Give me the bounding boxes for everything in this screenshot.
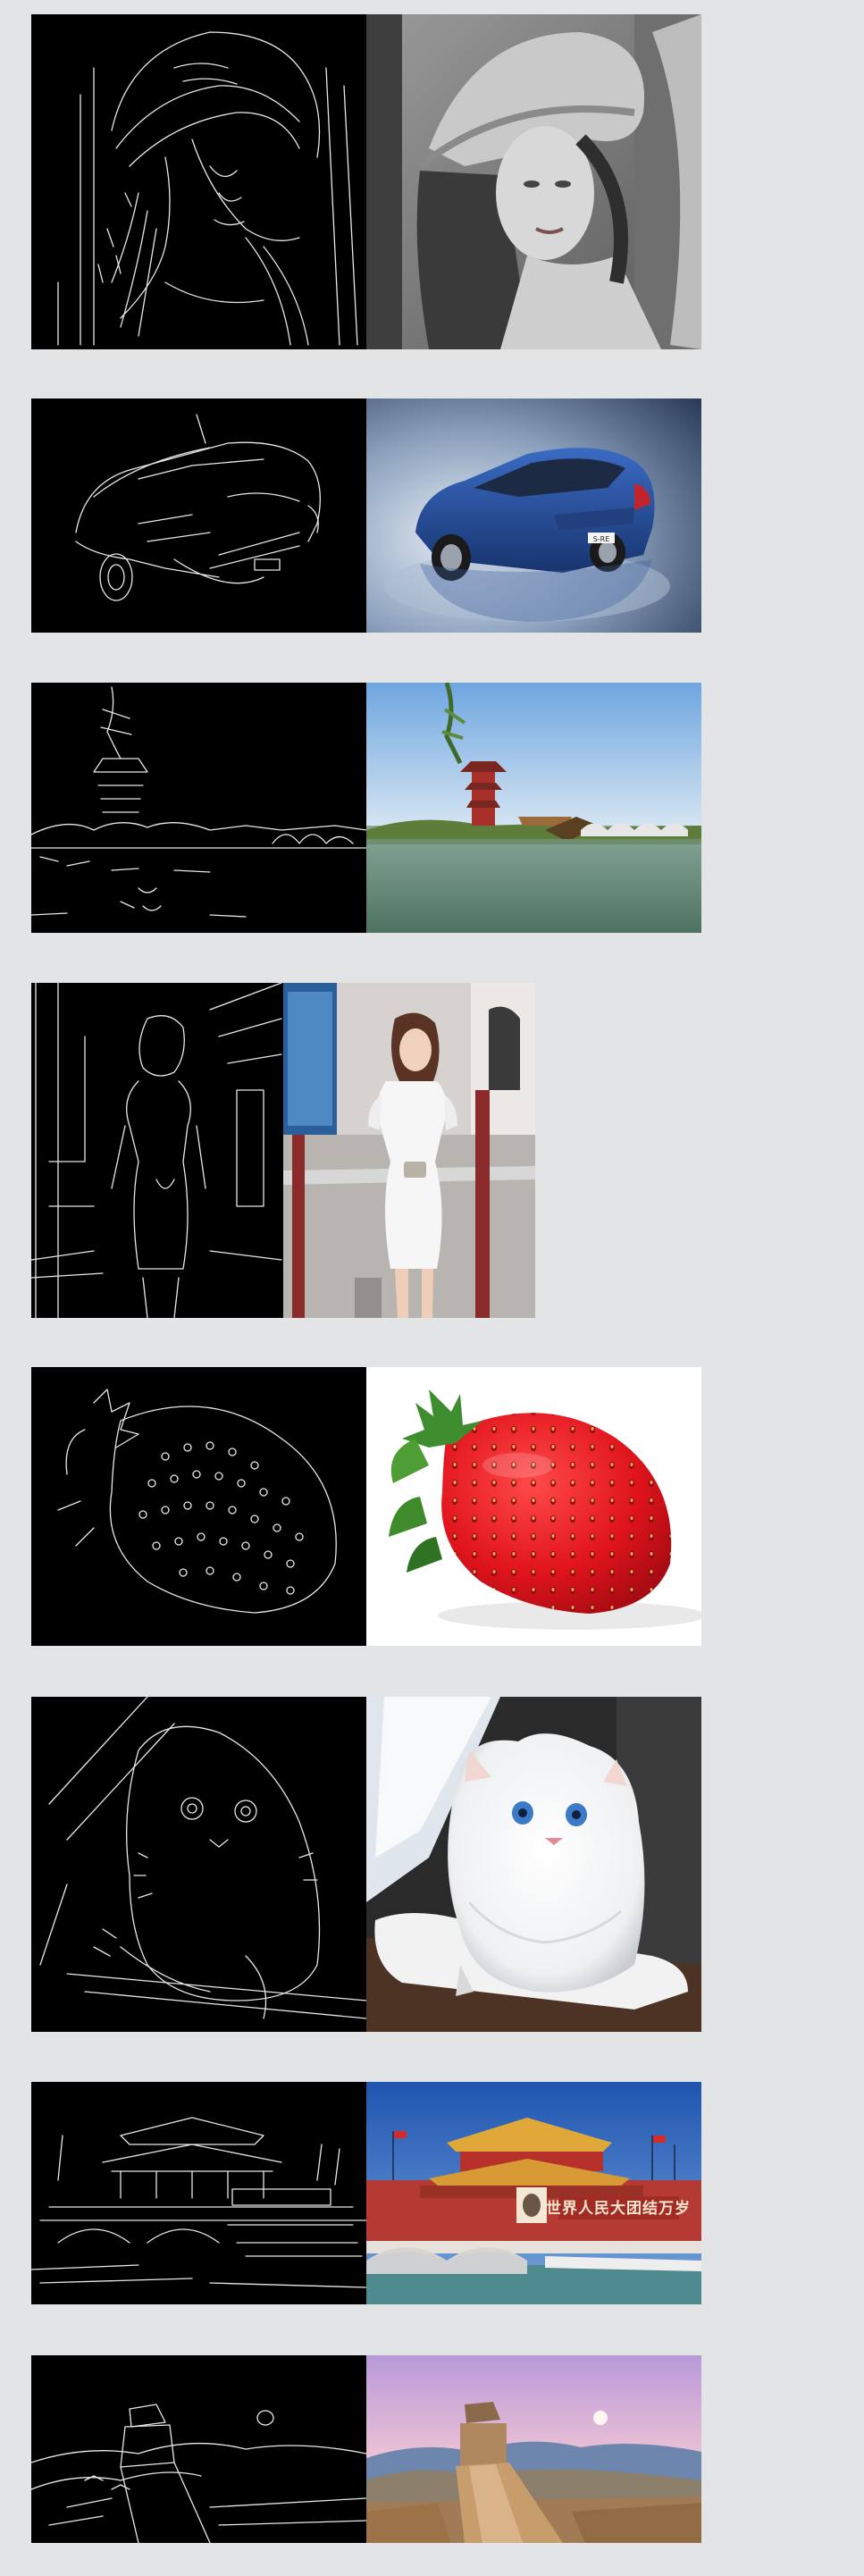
photo-portrait (366, 14, 701, 349)
edge-drawing-cat (39, 1697, 366, 2019)
photo-car: S-RE (366, 399, 701, 633)
photo-drawing-car: S-RE (366, 399, 701, 633)
edge-map-pavilion (31, 683, 366, 933)
edge-drawing-car (75, 414, 321, 601)
edge-drawing-pavilion (31, 686, 366, 918)
edge-map-tiananmen (31, 2082, 366, 2304)
edge-drawing-tiananmen (31, 2117, 366, 2288)
edge-map-woman (31, 983, 283, 1318)
edge-map-portrait (31, 14, 366, 349)
photo-tiananmen: 世界人民大团结万岁 (366, 2082, 701, 2304)
edge-drawing-woman (31, 983, 282, 1318)
photo-drawing-cat (366, 1697, 701, 2032)
photo-drawing-tiananmen: 世界人民大团结万岁 (366, 2082, 701, 2304)
image-pair-great-wall (31, 2355, 701, 2543)
image-pair-portrait (31, 14, 701, 349)
photo-strawberry (366, 1367, 701, 1646)
edge-map-great-wall (31, 2355, 366, 2543)
photo-great-wall (366, 2355, 701, 2543)
photo-drawing-strawberry (366, 1367, 701, 1646)
image-pair-pavilion (31, 683, 701, 933)
photo-cat (366, 1697, 701, 2032)
photo-drawing-portrait (366, 14, 701, 349)
photo-drawing-woman (283, 983, 535, 1318)
image-pair-cat (31, 1697, 701, 2032)
photo-drawing-pavilion (366, 683, 701, 933)
edge-drawing-portrait (57, 31, 358, 346)
image-pair-strawberry (31, 1367, 701, 1646)
wall-slogan-text: 世界人民大团结万岁 (546, 2199, 691, 2218)
image-pair-woman (31, 983, 535, 1318)
image-pair-tiananmen: 世界人民大团结万岁 (31, 2082, 701, 2304)
edge-map-strawberry (31, 1367, 366, 1646)
edge-map-cat (31, 1697, 366, 2032)
photo-woman (283, 983, 535, 1318)
license-plate-text: S-RE (593, 535, 610, 543)
edge-drawing-strawberry (57, 1389, 337, 1614)
photo-pavilion (366, 683, 701, 933)
edge-drawing-great-wall (31, 2404, 366, 2543)
photo-drawing-great-wall (366, 2355, 701, 2543)
image-pair-car: S-RE (31, 399, 701, 633)
edge-map-car (31, 399, 366, 633)
